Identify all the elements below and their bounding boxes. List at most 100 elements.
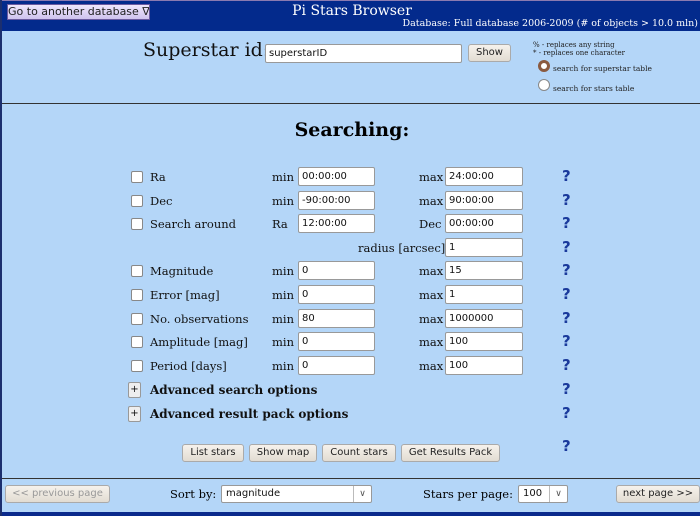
chevron-down-icon: ∨ (353, 486, 371, 502)
help-icon[interactable]: ? (562, 380, 571, 398)
row-input-2[interactable]: 100 (445, 356, 523, 375)
search-row: Amplitude [mag] min 0 max 100? (2, 331, 700, 353)
row-checkbox[interactable] (131, 171, 143, 183)
help-icon[interactable]: ? (562, 261, 571, 279)
row-label-2: radius [arcsec] (358, 241, 446, 255)
row-label-1: min (272, 359, 294, 373)
row-label-2: max (419, 170, 444, 184)
row-label-1: min (272, 335, 294, 349)
row-input-2[interactable]: 1 (445, 285, 523, 304)
help-icon[interactable]: ? (562, 167, 571, 185)
row-label-2: max (419, 335, 444, 349)
next-page-button[interactable]: next page >> (616, 485, 700, 503)
superstar-label: Superstar id: (143, 39, 270, 61)
search-row: No. observations min 80 max 1000000? (2, 308, 700, 330)
radio-stars-label: search for stars table (553, 84, 635, 93)
row-input-2[interactable]: 1 (445, 238, 523, 257)
row-label: Search around (150, 217, 236, 231)
sort-by-select[interactable]: magnitude ∨ (221, 485, 372, 503)
hint-asterisk: * - replaces one character (533, 49, 626, 57)
help-icon[interactable]: ? (562, 437, 571, 455)
row-label: Period [days] (150, 359, 227, 373)
row-checkbox[interactable] (131, 289, 143, 301)
row-checkbox[interactable] (131, 218, 143, 230)
show-map-button[interactable]: Show map (249, 444, 317, 462)
row-label-1: min (272, 264, 294, 278)
row-checkbox[interactable] (131, 195, 143, 207)
get-results-pack-button[interactable]: Get Results Pack (401, 444, 500, 462)
row-input-1[interactable]: 12:00:00 (298, 214, 375, 233)
row-input-2[interactable]: 90:00:00 (445, 191, 523, 210)
superstar-id-input[interactable]: superstarID (265, 44, 462, 63)
row-label-2: max (419, 288, 444, 302)
help-icon[interactable]: ? (562, 191, 571, 209)
row-input-1[interactable]: 00:00:00 (298, 167, 375, 186)
advanced-search-row: + Advanced search options ? (2, 379, 700, 401)
row-input-1[interactable]: 0 (298, 285, 375, 304)
row-label-1: min (272, 312, 294, 326)
row-label-1: min (272, 194, 294, 208)
stars-per-page-select[interactable]: 100 ∨ (518, 485, 568, 503)
radio-stars-table[interactable] (538, 79, 550, 91)
row-input-2[interactable]: 1000000 (445, 309, 523, 328)
row-checkbox[interactable] (131, 313, 143, 325)
row-input-2[interactable]: 15 (445, 261, 523, 280)
row-input-1[interactable]: -90:00:00 (298, 191, 375, 210)
row-input-1[interactable]: 0 (298, 261, 375, 280)
row-checkbox[interactable] (131, 336, 143, 348)
help-icon[interactable]: ? (562, 238, 571, 256)
help-icon[interactable]: ? (562, 356, 571, 374)
header: Go to another database ∇ Pi Stars Browse… (2, 0, 700, 31)
sort-value: magnitude (226, 488, 281, 499)
row-label-1: Ra (272, 217, 288, 231)
advanced-search-label[interactable]: Advanced search options (150, 383, 317, 397)
advanced-result-label[interactable]: Advanced result pack options (150, 407, 348, 421)
chevron-down-icon: ∨ (549, 486, 567, 502)
search-row: Period [days] min 0 max 100? (2, 355, 700, 377)
row-checkbox[interactable] (131, 360, 143, 372)
row-label-2: max (419, 312, 444, 326)
row-input-2[interactable]: 00:00:00 (445, 214, 523, 233)
search-row: Ra min 00:00:00 max 24:00:00? (2, 166, 700, 188)
footer-bar (2, 512, 700, 516)
row-label-2: max (419, 194, 444, 208)
help-icon[interactable]: ? (562, 285, 571, 303)
previous-page-button[interactable]: << previous page (5, 485, 110, 503)
row-label-1: min (272, 288, 294, 302)
search-row: radius [arcsec] 1? (2, 237, 700, 259)
row-label-2: Dec (419, 217, 442, 231)
row-label: Amplitude [mag] (150, 335, 248, 349)
advanced-result-row: + Advanced result pack options ? (2, 403, 700, 425)
row-label: Magnitude (150, 264, 214, 278)
hint-percent: % - replaces any string (533, 41, 615, 49)
row-checkbox[interactable] (131, 265, 143, 277)
radio-superstar-table[interactable] (538, 60, 550, 72)
row-label: Error [mag] (150, 288, 220, 302)
row-label-2: max (419, 264, 444, 278)
app-title: Pi Stars Browser (292, 3, 412, 19)
stars-per-page-label: Stars per page: (423, 487, 513, 501)
search-row: Search around Ra 12:00:00 Dec 00:00:00? (2, 213, 700, 235)
row-label: No. observations (150, 312, 249, 326)
expand-advanced-result-button[interactable]: + (128, 406, 141, 422)
row-label: Ra (150, 170, 166, 184)
search-row: Magnitude min 0 max 15? (2, 260, 700, 282)
row-input-2[interactable]: 24:00:00 (445, 167, 523, 186)
divider (2, 103, 700, 104)
divider (2, 478, 700, 479)
help-icon[interactable]: ? (562, 214, 571, 232)
database-info: Database: Full database 2006-2009 (# of … (402, 18, 698, 29)
row-input-1[interactable]: 0 (298, 332, 375, 351)
show-button[interactable]: Show (468, 44, 511, 62)
row-input-1[interactable]: 0 (298, 356, 375, 375)
row-input-2[interactable]: 100 (445, 332, 523, 351)
row-label: Dec (150, 194, 173, 208)
help-icon[interactable]: ? (562, 404, 571, 422)
count-stars-button[interactable]: Count stars (322, 444, 396, 462)
list-stars-button[interactable]: List stars (182, 444, 244, 462)
row-input-1[interactable]: 80 (298, 309, 375, 328)
help-icon[interactable]: ? (562, 332, 571, 350)
row-label-1: min (272, 170, 294, 184)
expand-advanced-search-button[interactable]: + (128, 382, 141, 398)
help-icon[interactable]: ? (562, 309, 571, 327)
